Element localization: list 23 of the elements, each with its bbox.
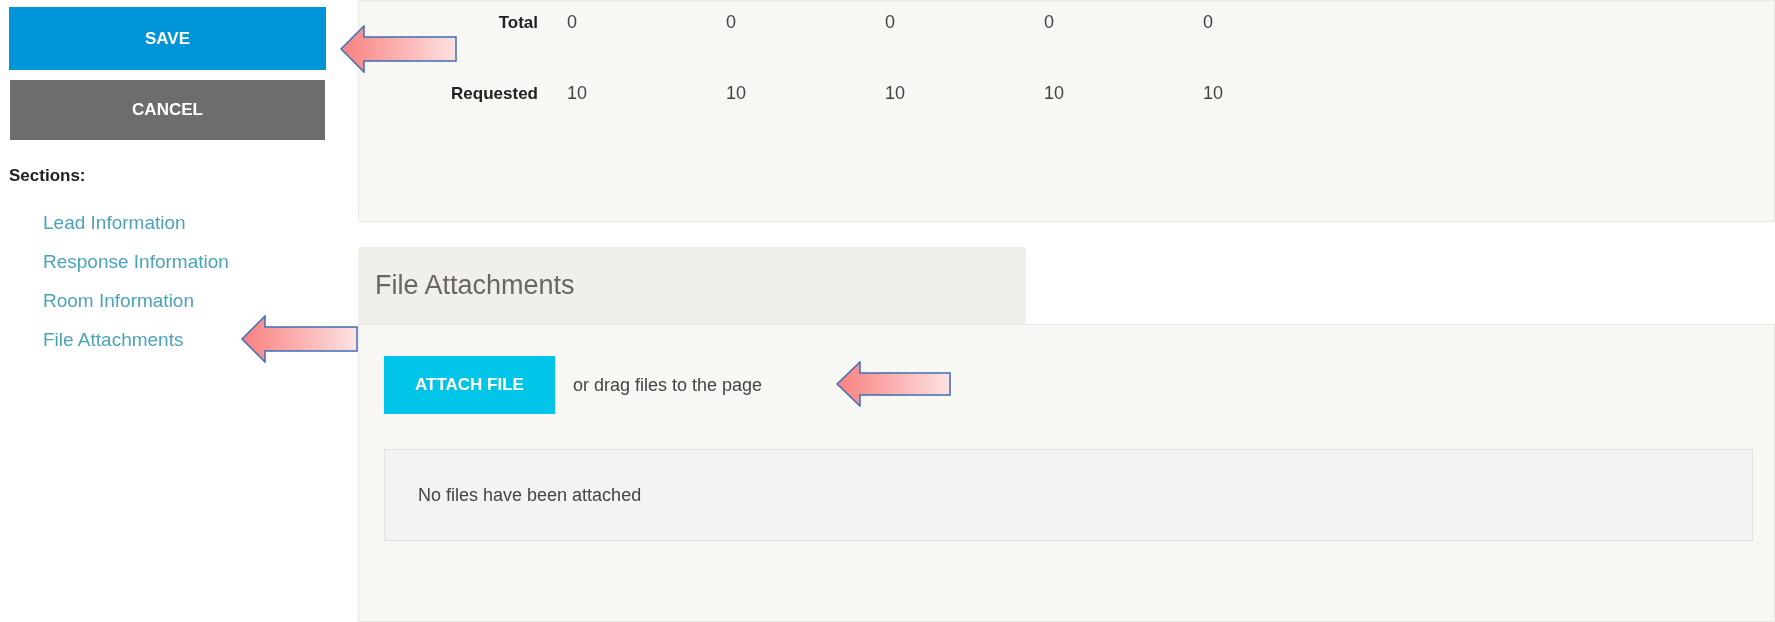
table-cell: 0 <box>567 12 577 32</box>
table-cell: 10 <box>726 83 747 103</box>
section-title: File Attachments <box>375 269 575 303</box>
table-cell: 0 <box>726 12 736 32</box>
table-cell: 0 <box>885 12 895 32</box>
table-cell: 10 <box>1203 83 1224 103</box>
section-link[interactable]: Room Information <box>43 288 194 312</box>
sections-heading: Sections: <box>9 165 86 187</box>
empty-message: No files have been attached <box>418 483 642 507</box>
table-cell: 0 <box>1203 12 1213 32</box>
row-label: Total <box>497 11 538 34</box>
attach-file-button[interactable]: ATTACH FILE <box>384 356 555 414</box>
table-cell: 0 <box>1044 12 1054 32</box>
section-link[interactable]: Response Information <box>43 249 229 273</box>
row-label: Requested <box>450 82 538 105</box>
drag-hint: or drag files to the page <box>573 373 763 397</box>
section-link[interactable]: File Attachments <box>43 327 184 351</box>
save-button[interactable]: SAVE <box>9 7 326 70</box>
section-link[interactable]: Lead Information <box>43 210 186 234</box>
table-cell: 10 <box>1044 83 1065 103</box>
table-cell: 10 <box>885 83 906 103</box>
cancel-button[interactable]: CANCEL <box>10 80 325 140</box>
table-cell: 10 <box>567 83 588 103</box>
